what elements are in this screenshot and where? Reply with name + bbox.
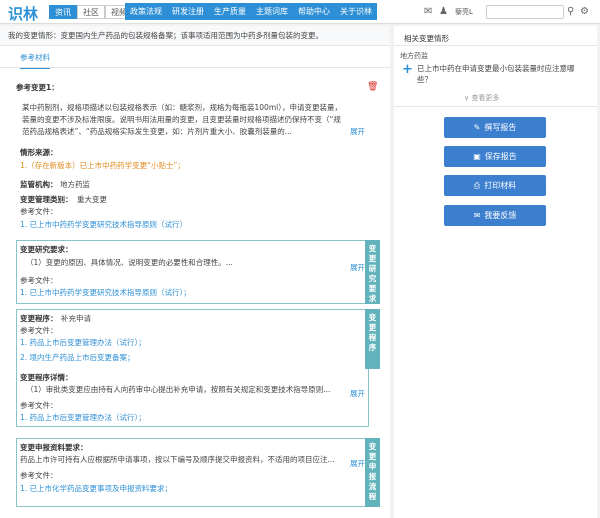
ref1-expand-link[interactable]: 展开 <box>350 126 365 137</box>
divider <box>0 67 390 68</box>
procedure-detail-expand-link[interactable]: 展开 <box>350 388 365 399</box>
mgmt-value: 重大变更 <box>77 195 107 204</box>
submission-paragraph: 药品上市许可持有人应根据所申请事项，按以下编号及顺序提交申报资料，不适用的项目应… <box>20 455 335 464</box>
user-name[interactable]: 藜亮L <box>455 7 473 17</box>
research-title: 变更研究要求： <box>20 245 73 254</box>
search-input[interactable] <box>486 5 564 19</box>
gear-icon[interactable]: ⚙ <box>580 6 589 17</box>
procedure-side-tab[interactable]: 变更程序 <box>365 309 380 369</box>
mgmt-label: 变更管理类别： <box>20 195 73 204</box>
procedure-file-link-1[interactable]: 1. 药品上市后变更管理办法（试行）； <box>20 337 146 348</box>
user-icon[interactable]: ♟ <box>439 6 448 17</box>
procedure-title: 变更程序： <box>20 314 58 323</box>
procedure-file-label: 参考文件： <box>20 326 58 335</box>
top-bar: 识林 资讯 社区 视频 政策法规 研发注册 生产质量 主题词库 帮助中心 关于识… <box>0 0 600 24</box>
nav-glossary[interactable]: 主题词库 <box>251 3 293 20</box>
nav-about[interactable]: 关于识林 <box>335 3 377 20</box>
authority-value: 地方药监 <box>60 180 90 189</box>
nav-quality[interactable]: 生产质量 <box>209 3 251 20</box>
save-report-button[interactable]: ▣ 保存报告 <box>444 146 546 167</box>
procedure-detail-paragraph: （1）审批类变更应由持有人向药审中心提出补充申请，按照有关规定和变更技术指导原则… <box>26 385 331 394</box>
procedure-detail-file-link[interactable]: 1. 药品上市后变更管理办法（试行）； <box>20 412 146 423</box>
research-paragraph: （1）变更的原因、具体情况、说明变更的必要性和合理性。... <box>26 258 233 267</box>
view-more-link[interactable]: ∨ 查看更多 <box>464 93 499 103</box>
write-report-button[interactable]: ✎ 撰写报告 <box>444 117 546 138</box>
procedure-detail-title: 变更程序详情： <box>20 373 73 382</box>
related-title: 相关变更情形 <box>404 34 449 43</box>
procedure-file-link-2[interactable]: 2. 境内生产药品上市后变更备案； <box>20 352 135 363</box>
submission-side-tab[interactable]: 变更申报流程 <box>365 438 380 507</box>
procedure-detail-file-label: 参考文件： <box>20 401 58 410</box>
feedback-label: 我要反馈 <box>484 211 517 220</box>
research-file-link[interactable]: 1. 已上市中药药学变更研究技术指导原则（试行）； <box>20 287 191 298</box>
print-label: 打印材料 <box>484 181 517 190</box>
ref1-file-link[interactable]: 1. 已上市中药药学变更研究技术指导原则（试行） <box>20 219 187 230</box>
save-report-label: 保存报告 <box>484 152 517 161</box>
print-icon: ⎙ <box>473 181 481 190</box>
file-label: 参考文件： <box>20 207 58 216</box>
related-sub: 地方药监 <box>400 52 428 60</box>
view-more-label: 查看更多 <box>471 94 500 102</box>
save-icon: ▣ <box>473 152 481 161</box>
tab-community[interactable]: 社区 <box>77 5 105 19</box>
submission-file-link[interactable]: 1. 已上市化学药品变更事项及申报资料要求； <box>20 483 172 494</box>
source-label: 情形来源： <box>20 148 58 157</box>
write-report-label: 撰写报告 <box>484 123 517 132</box>
ref1-title: 参考变更1： <box>16 83 59 92</box>
research-expand-link[interactable]: 展开 <box>350 262 365 273</box>
trash-icon[interactable]: 🗑 <box>367 82 378 92</box>
tab-news[interactable]: 资讯 <box>49 5 77 19</box>
main-nav: 政策法规 研发注册 生产质量 主题词库 帮助中心 关于识林 <box>125 3 377 20</box>
divider <box>394 45 597 46</box>
source-link[interactable]: 1.（存在新版本）已上市中药药学变更“小贴士”； <box>20 160 185 171</box>
logo[interactable]: 识林 <box>8 3 38 24</box>
submission-expand-link[interactable]: 展开 <box>350 458 365 469</box>
feedback-button[interactable]: ✉ 我要反馈 <box>444 205 546 226</box>
procedure-value: 补充申请 <box>61 314 91 323</box>
nav-policy[interactable]: 政策法规 <box>125 3 167 20</box>
chevron-down-icon: ∨ <box>464 94 470 102</box>
submission-title: 变更申报资料要求： <box>20 443 88 452</box>
search-icon[interactable]: ⚲ <box>567 6 574 17</box>
submission-file-label: 参考文件： <box>20 471 58 480</box>
main-panel: 我的变更情形：变更国内生产药品的包装规格备案；该事项适用范围为中药多剂量包装的变… <box>0 26 390 518</box>
nav-help[interactable]: 帮助中心 <box>293 3 335 20</box>
procedure-section <box>16 309 369 427</box>
print-button[interactable]: ⎙ 打印材料 <box>444 175 546 196</box>
right-panel: 相关变更情形 地方药监 + 已上市中药在申请变更最小包装装量时应注意哪些？ ∨ … <box>394 26 597 518</box>
research-file-label: 参考文件： <box>20 276 58 285</box>
nav-rd[interactable]: 研发注册 <box>167 3 209 20</box>
authority-label: 监管机构： <box>20 180 58 189</box>
edit-icon: ✎ <box>473 123 481 132</box>
related-question-link[interactable]: 已上市中药在申请变更最小包装装量时应注意哪些？ <box>417 63 589 85</box>
ref1-paragraph: 某中药制剂，规格项描述以包装规格表示（如：糖浆剂，规格为每瓶装100ml），申请… <box>22 103 342 136</box>
source-tabs: 资讯 社区 视频 <box>49 5 133 19</box>
plus-icon[interactable]: + <box>402 62 413 77</box>
intro-text: 我的变更情形：变更国内生产药品的包装规格备案；该事项适用范围为中药多剂量包装的变… <box>0 26 390 46</box>
comment-icon: ✉ <box>473 211 481 220</box>
mail-icon[interactable]: ✉ <box>424 6 432 17</box>
research-side-tab[interactable]: 变更研究要求 <box>365 240 380 304</box>
divider <box>394 106 597 107</box>
